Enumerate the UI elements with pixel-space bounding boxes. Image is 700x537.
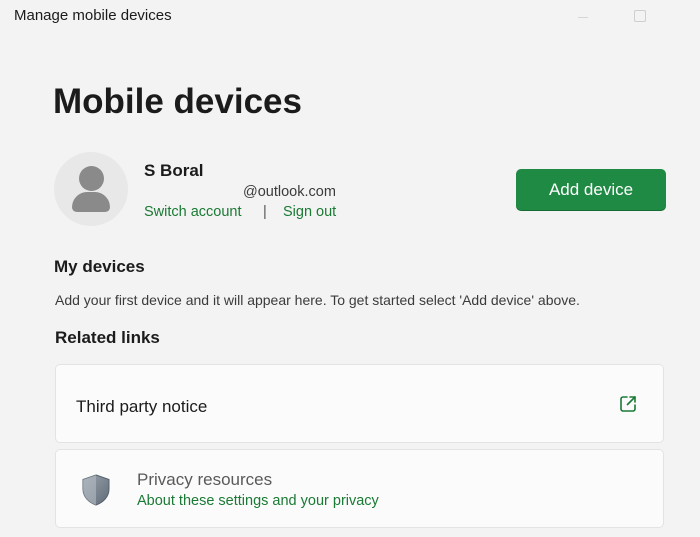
privacy-resources-title: Privacy resources — [137, 470, 273, 489]
privacy-settings-link[interactable]: About these settings and your privacy — [137, 493, 379, 509]
avatar-head-shape — [79, 166, 104, 191]
third-party-notice-title: Third party notice — [76, 397, 208, 416]
third-party-notice-card[interactable]: Third party notice — [55, 364, 664, 443]
avatar-body-shape — [72, 192, 110, 212]
shield-icon — [82, 474, 110, 506]
open-external-icon — [620, 396, 636, 412]
title-bar: Manage mobile devices — [0, 0, 700, 32]
maximize-icon — [634, 10, 646, 22]
my-devices-heading: My devices — [54, 257, 145, 276]
empty-devices-hint: Add your first device and it will appear… — [55, 292, 580, 308]
window-title: Manage mobile devices — [14, 7, 172, 24]
avatar — [54, 152, 128, 226]
privacy-resources-card[interactable]: Privacy resources About these settings a… — [55, 449, 664, 528]
switch-account-link[interactable]: Switch account — [144, 204, 242, 220]
page-title: Mobile devices — [53, 82, 302, 121]
related-links-heading: Related links — [55, 328, 160, 347]
minimize-icon — [578, 16, 588, 18]
link-separator: | — [263, 204, 267, 220]
minimize-button[interactable] — [563, 4, 603, 28]
sign-out-link[interactable]: Sign out — [283, 204, 336, 220]
add-device-button[interactable]: Add device — [516, 169, 666, 210]
maximize-button[interactable] — [620, 4, 660, 28]
account-name: S Boral — [144, 161, 204, 180]
account-email: @outlook.com — [243, 184, 336, 200]
